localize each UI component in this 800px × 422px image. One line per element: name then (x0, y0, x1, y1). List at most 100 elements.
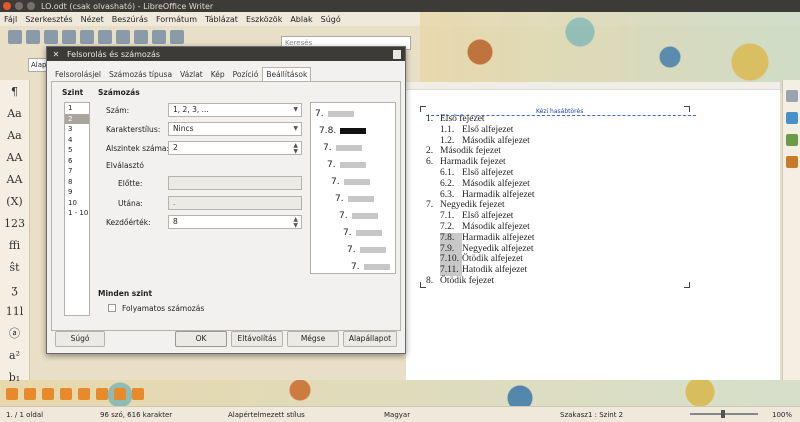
level-item[interactable]: 1 - 10 (65, 208, 89, 219)
level-list[interactable]: 1 2 3 4 5 6 7 8 9 10 1 - 10 (64, 102, 90, 316)
word-count[interactable]: 96 szó, 616 karakter (100, 411, 172, 419)
list-item[interactable]: 7.2. Második alfejezet (426, 222, 535, 233)
list-item[interactable]: 2. Második fejezet (426, 146, 535, 157)
level-item-selected[interactable]: 2 (65, 113, 89, 124)
level-item[interactable]: 7 (65, 166, 89, 177)
pilcrow-icon[interactable]: ¶ (0, 80, 29, 102)
style-caps-icon[interactable]: AA (0, 146, 29, 168)
gallery-icon[interactable] (785, 134, 798, 146)
arrow-right-icon[interactable] (6, 388, 18, 400)
tab-image[interactable]: Kép (207, 67, 229, 81)
cut-icon[interactable] (98, 30, 112, 44)
menu-window[interactable]: Ablak (290, 15, 312, 24)
remove-button[interactable]: Eltávolítás (231, 331, 283, 347)
level-item[interactable]: 5 (65, 145, 89, 156)
list-item[interactable]: 7.8. Harmadik alfejezet (426, 232, 535, 244)
number-format-dropdown[interactable]: 1, 2, 3, ... ▼ (168, 103, 302, 117)
reset-button[interactable]: Alapállapot (343, 331, 397, 347)
zoom-level[interactable]: 100% (772, 411, 792, 419)
arrow-left-icon[interactable] (24, 388, 36, 400)
list-item[interactable]: 7.11. Hatodik alfejezet (426, 265, 535, 276)
style-aa2-icon[interactable]: Aa (0, 124, 29, 146)
sublevels-spinner[interactable]: 2 ▲ ▼ (168, 141, 302, 155)
copy-icon[interactable] (116, 30, 130, 44)
properties-icon[interactable] (785, 90, 798, 102)
list-item[interactable]: 7. Negyedik fejezet (426, 200, 535, 211)
export-pdf-icon[interactable] (62, 30, 76, 44)
list-item[interactable]: 1.2. Második alfejezet (426, 136, 535, 147)
arrow-up-icon[interactable] (96, 388, 108, 400)
close-icon[interactable]: ✕ (51, 50, 61, 59)
cancel-button[interactable]: Mégse (287, 331, 339, 347)
style-11l-icon[interactable]: 11l (0, 300, 29, 322)
zoom-slider-handle[interactable] (721, 410, 725, 418)
list-item[interactable]: 6.1. Első alfejezet (426, 168, 535, 179)
style-aa-icon[interactable]: Aa (0, 102, 29, 124)
after-input[interactable]: . (168, 196, 302, 210)
style-x-icon[interactable]: (X) (0, 190, 29, 212)
level-item[interactable]: 10 (65, 198, 89, 209)
menu-format[interactable]: Formátum (156, 15, 197, 24)
circled-a-icon[interactable]: ⓐ (0, 322, 29, 344)
tab-position[interactable]: Pozíció (229, 67, 263, 81)
before-input[interactable] (168, 176, 302, 190)
close-window-button[interactable] (3, 2, 11, 10)
list-item[interactable]: 7.10. Ötödik alfejezet (426, 254, 535, 266)
document-page[interactable]: Kézi hasábtörés 1. Első fejezet 1.1. Első a… (406, 82, 780, 380)
ligature-ffi-icon[interactable]: ffi (0, 234, 29, 256)
menu-file[interactable]: Fájl (4, 15, 17, 24)
style-123-icon[interactable]: 123 (0, 212, 29, 234)
styles-icon[interactable] (785, 112, 798, 124)
new-document-icon[interactable] (8, 30, 22, 44)
menu-edit[interactable]: Szerkesztés (25, 15, 72, 24)
navigator-icon[interactable] (785, 156, 798, 168)
level-item[interactable]: 4 (65, 135, 89, 146)
superscript-icon[interactable]: a² (0, 344, 29, 366)
start-value-spinner[interactable]: 8 ▲ ▼ (168, 215, 302, 229)
style-smallcaps-icon[interactable]: AA (0, 168, 29, 190)
arrow-curve-left-icon[interactable] (42, 388, 54, 400)
arrow-return-icon[interactable] (132, 388, 144, 400)
arrow-down-icon[interactable] (78, 388, 90, 400)
arrow-curve-right-icon[interactable] (60, 388, 72, 400)
tab-bullets[interactable]: Felsorolásjel (51, 67, 105, 81)
level-item[interactable]: 6 (65, 156, 89, 167)
list-item[interactable]: 7.1. Első alfejezet (426, 211, 535, 222)
paste-icon[interactable] (134, 30, 148, 44)
list-item[interactable]: 6.2. Második alfejezet (426, 179, 535, 190)
open-icon[interactable] (26, 30, 40, 44)
list-item[interactable]: 1.1. Első alfejezet (426, 125, 535, 136)
spin-arrows-icon[interactable]: ▲ ▼ (293, 217, 298, 229)
save-icon[interactable] (44, 30, 58, 44)
list-item[interactable]: 6. Harmadik fejezet (426, 157, 535, 168)
list-item[interactable]: 7.9. Negyedik alfejezet (426, 243, 535, 255)
menu-tools[interactable]: Eszközök (246, 15, 282, 24)
maximize-window-button[interactable] (27, 2, 35, 10)
tab-options[interactable]: Beállítások (262, 67, 312, 81)
continuous-numbering-checkbox[interactable] (108, 304, 116, 312)
redo-icon[interactable] (170, 30, 184, 44)
undo-icon[interactable] (152, 30, 166, 44)
menu-view[interactable]: Nézet (81, 15, 104, 24)
level-item[interactable]: 3 (65, 124, 89, 135)
menu-insert[interactable]: Beszúrás (112, 15, 148, 24)
print-icon[interactable] (80, 30, 94, 44)
ligature-st-icon[interactable]: ŝt (0, 256, 29, 278)
help-button[interactable]: Súgó (55, 331, 105, 347)
ok-button[interactable]: OK (175, 331, 227, 347)
spin-arrows-icon[interactable]: ▲ ▼ (293, 143, 298, 155)
list-item[interactable]: 6.3. Harmadik alfejezet (426, 190, 535, 201)
minimize-window-button[interactable] (15, 2, 23, 10)
language[interactable]: Magyar (384, 411, 410, 419)
page-indicator[interactable]: 1. / 1 oldal (6, 411, 43, 419)
char-style-dropdown[interactable]: Nincs ▼ (168, 122, 302, 136)
ezh-icon[interactable]: ʒ (0, 278, 29, 300)
list-item[interactable]: 8. Ötödik fejezet (426, 276, 535, 287)
arrow-fold-icon[interactable] (114, 388, 126, 400)
level-item[interactable]: 1 (65, 103, 89, 114)
tab-numbering-type[interactable]: Számozás típusa (105, 67, 176, 81)
tab-outline[interactable]: Vázlat (176, 67, 207, 81)
level-item[interactable]: 8 (65, 177, 89, 188)
level-item[interactable]: 9 (65, 187, 89, 198)
list-item[interactable]: 1. Első fejezet (426, 114, 535, 125)
